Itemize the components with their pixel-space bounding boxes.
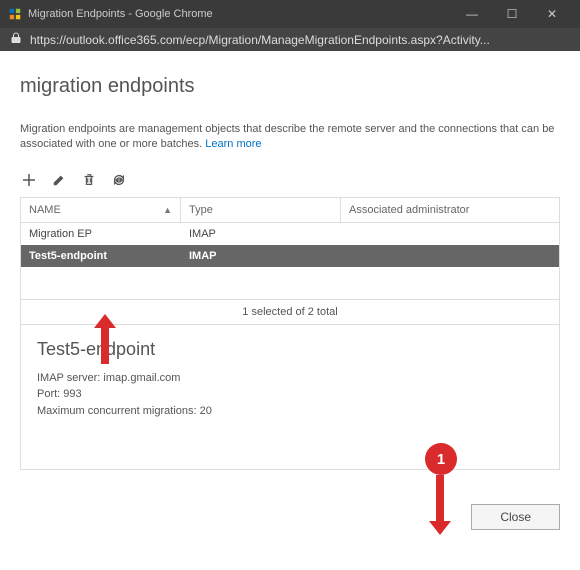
lock-icon [10, 32, 22, 47]
table-header: NAME ▲ Type Associated administrator [21, 198, 559, 223]
column-header-name[interactable]: NAME ▲ [21, 198, 181, 222]
annotation-badge: 1 [425, 443, 457, 475]
browser-address-bar[interactable]: https://outlook.office365.com/ecp/Migrat… [0, 28, 580, 51]
add-icon[interactable] [20, 171, 38, 189]
cell-admin [349, 228, 551, 240]
learn-more-link[interactable]: Learn more [205, 138, 261, 150]
cell-name: Migration EP [29, 228, 189, 240]
url-text: https://outlook.office365.com/ecp/Migrat… [30, 33, 490, 47]
refresh-icon[interactable] [110, 171, 128, 189]
cell-type: IMAP [189, 250, 349, 262]
cell-admin [349, 250, 551, 262]
browser-titlebar: Migration Endpoints - Google Chrome ― ☐ … [0, 0, 580, 28]
close-button[interactable]: Close [471, 504, 560, 530]
delete-icon[interactable] [80, 171, 98, 189]
description-text: Migration endpoints are management objec… [20, 123, 554, 150]
window-minimize-button[interactable]: ― [452, 0, 492, 28]
details-max: Maximum concurrent migrations: 20 [37, 403, 543, 420]
column-header-admin[interactable]: Associated administrator [341, 198, 559, 222]
details-panel: Test5-endpoint IMAP server: imap.gmail.c… [21, 324, 559, 470]
browser-favicon [8, 7, 22, 21]
cell-type: IMAP [189, 228, 349, 240]
selection-status: 1 selected of 2 total [21, 299, 559, 324]
details-title: Test5-endpoint [37, 339, 543, 360]
dialog-button-row: Close [0, 490, 580, 544]
details-port: Port: 993 [37, 386, 543, 403]
cell-name: Test5-endpoint [29, 250, 189, 262]
table-row[interactable]: Test5-endpoint IMAP [21, 245, 559, 267]
table-row[interactable]: Migration EP IMAP [21, 223, 559, 245]
column-header-type[interactable]: Type [181, 198, 341, 222]
table-spacer [21, 267, 559, 299]
table-body: Migration EP IMAP Test5-endpoint IMAP [21, 223, 559, 299]
details-server: IMAP server: imap.gmail.com [37, 370, 543, 387]
window-maximize-button[interactable]: ☐ [492, 0, 532, 28]
window-close-button[interactable]: ✕ [532, 0, 572, 28]
page-description: Migration endpoints are management objec… [20, 122, 560, 153]
toolbar [20, 167, 560, 197]
window-title: Migration Endpoints - Google Chrome [28, 8, 452, 20]
page-title: migration endpoints [20, 75, 560, 98]
sort-indicator-icon: ▲ [163, 205, 172, 215]
endpoint-table: NAME ▲ Type Associated administrator Mig… [20, 197, 560, 471]
edit-icon[interactable] [50, 171, 68, 189]
